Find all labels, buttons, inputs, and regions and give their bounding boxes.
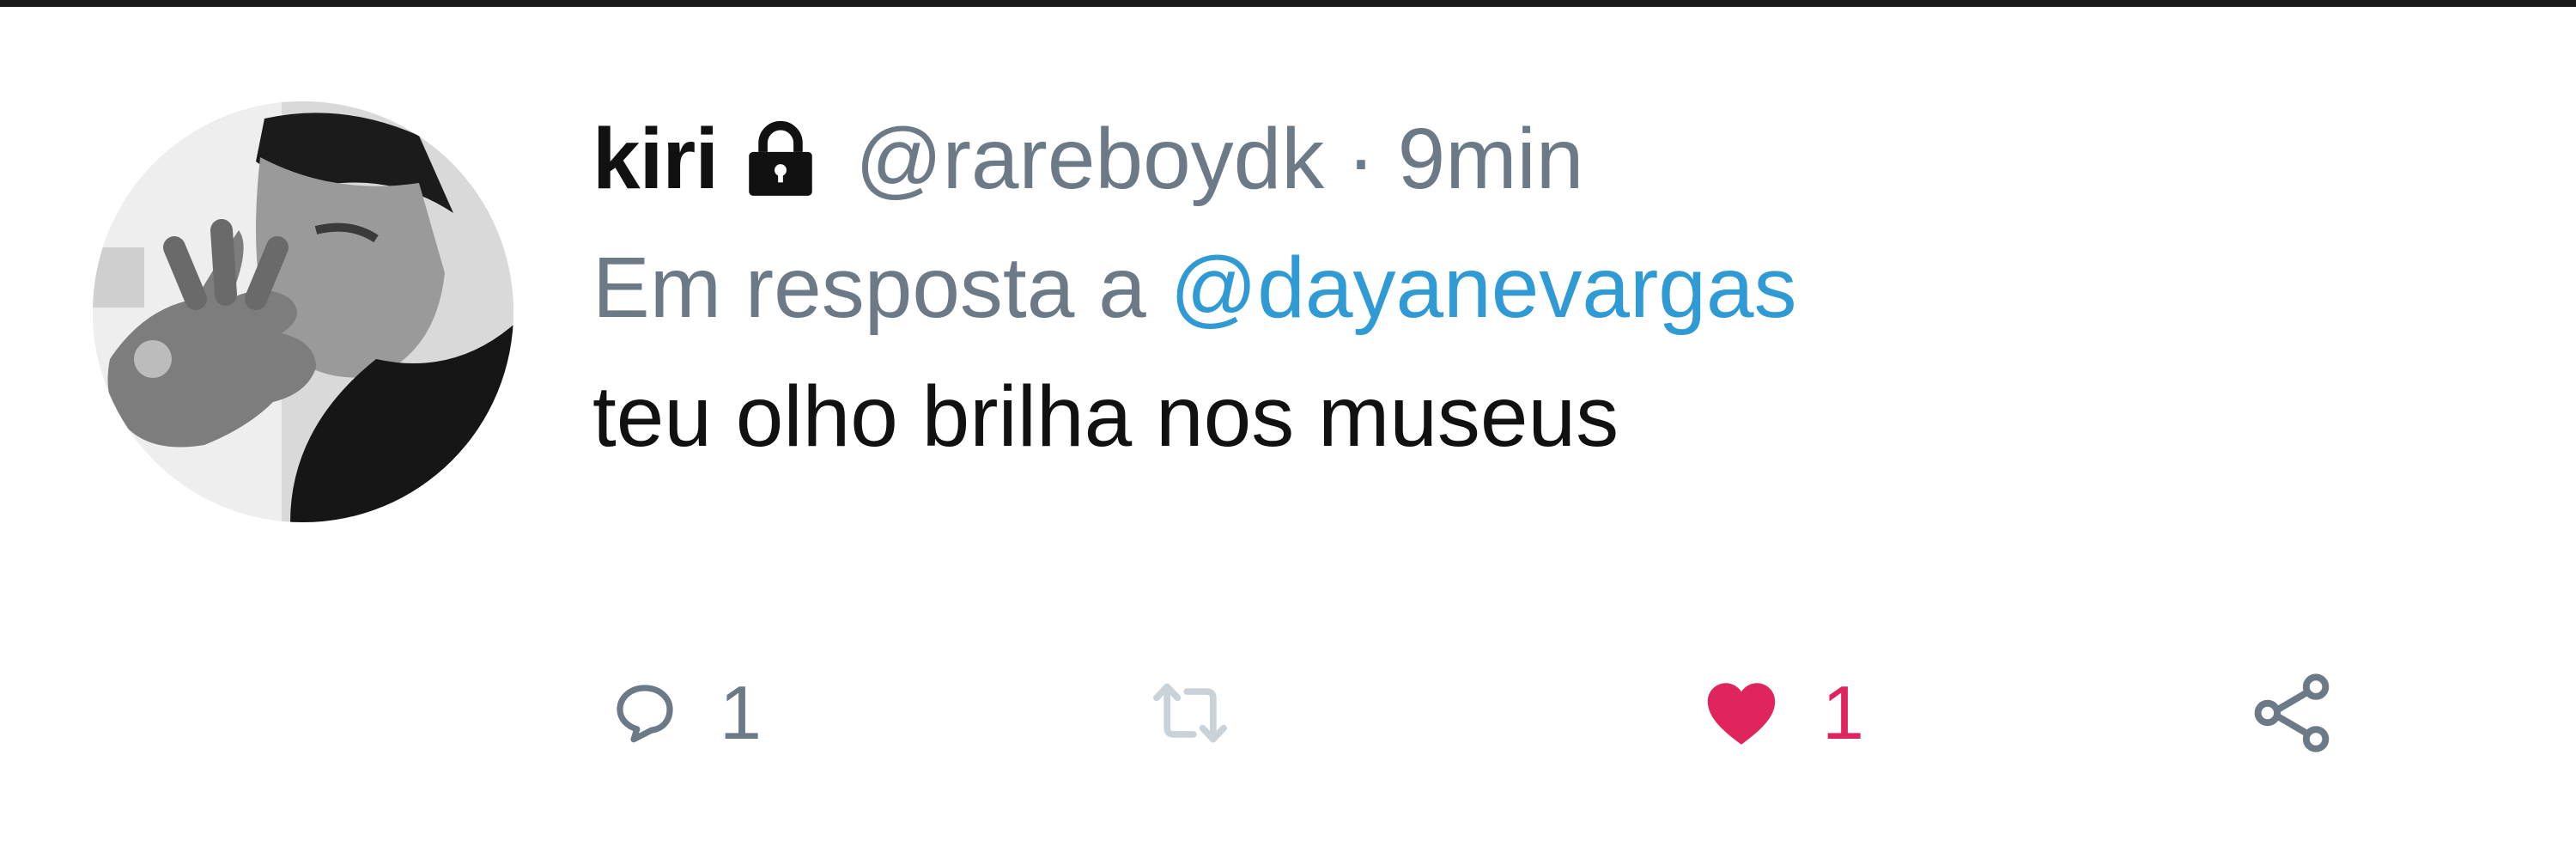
reply-to-handle-link[interactable]: @dayanevargas xyxy=(1170,239,1797,338)
timestamp[interactable]: 9min xyxy=(1398,110,1584,209)
share-icon xyxy=(2254,673,2330,752)
reply-prefix: Em resposta a xyxy=(592,239,1146,336)
tweet-screenshot: kiri @rareboydk · 9min Em resposta a @da… xyxy=(0,0,2576,859)
share-button[interactable] xyxy=(2250,653,2336,773)
tweet-body: kiri @rareboydk · 9min Em resposta a @da… xyxy=(592,94,2482,481)
retweet-icon xyxy=(1153,683,1227,743)
user-handle[interactable]: @rareboydk xyxy=(855,110,1324,209)
reply-context: Em resposta a @dayanevargas xyxy=(592,223,2482,352)
reply-count: 1 xyxy=(720,670,762,755)
reply-icon xyxy=(617,685,673,743)
avatar[interactable] xyxy=(93,101,513,522)
tweet-header: kiri @rareboydk · 9min xyxy=(592,94,2482,223)
separator-dot: · xyxy=(1346,110,1376,207)
reply-button[interactable]: 1 xyxy=(610,653,762,773)
heart-icon xyxy=(1707,683,1776,745)
tweet-actions: 1 1 xyxy=(592,653,2499,773)
tweet-text: teu olho brilha nos museus xyxy=(592,368,1619,465)
like-count: 1 xyxy=(1822,670,1864,755)
like-button[interactable]: 1 xyxy=(1700,653,1864,773)
lock-icon xyxy=(738,117,823,201)
retweet-button[interactable] xyxy=(1151,653,1230,773)
avatar-photo xyxy=(93,101,513,522)
top-divider xyxy=(0,0,2576,7)
display-name[interactable]: kiri xyxy=(592,110,719,209)
